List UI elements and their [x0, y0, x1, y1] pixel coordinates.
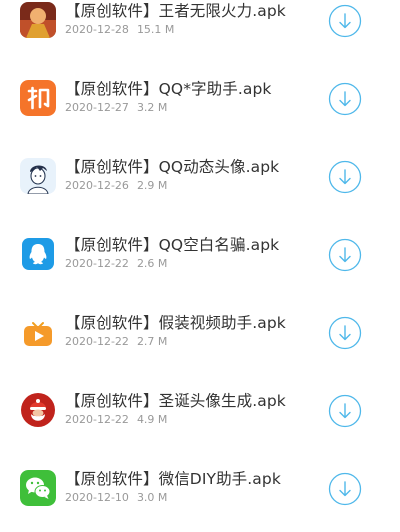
list-item[interactable]: 【原创软件】假装视频助手.apk 2020-12-22 2.7 M	[0, 298, 400, 376]
orange-chinese-char-icon	[20, 80, 56, 116]
download-button[interactable]	[328, 316, 362, 350]
list-item[interactable]: 【原创软件】圣诞头像生成.apk 2020-12-22 4.9 M	[0, 376, 400, 454]
avatar-boy-icon	[20, 158, 56, 194]
item-meta: 2020-12-22 2.7 M	[65, 335, 167, 348]
list-item[interactable]: 【原创软件】王者无限火力.apk 2020-12-28 15.1 M	[0, 0, 400, 64]
download-button[interactable]	[328, 238, 362, 272]
item-title[interactable]: 【原创软件】QQ动态头像.apk	[65, 155, 279, 177]
item-date: 2020-12-22	[65, 335, 129, 348]
item-size: 2.7 M	[136, 335, 168, 348]
item-title[interactable]: 【原创软件】假装视频助手.apk	[65, 311, 286, 333]
item-meta: 2020-12-22 2.6 M	[65, 257, 167, 270]
item-title[interactable]: 【原创软件】QQ空白名骗.apk	[65, 233, 279, 255]
list-item[interactable]: 【原创软件】QQ空白名骗.apk 2020-12-22 2.6 M	[0, 220, 400, 298]
item-title[interactable]: 【原创软件】圣诞头像生成.apk	[65, 389, 286, 411]
item-date: 2020-12-10	[65, 491, 129, 504]
item-meta: 2020-12-28 15.1 M	[65, 23, 174, 36]
item-date: 2020-12-26	[65, 179, 129, 192]
wechat-icon	[20, 470, 56, 506]
download-button[interactable]	[328, 82, 362, 116]
item-title[interactable]: 【原创软件】QQ*字助手.apk	[65, 77, 272, 99]
qq-penguin-icon	[20, 236, 56, 272]
item-date: 2020-12-28	[65, 23, 129, 36]
list-item[interactable]: 【原创软件】QQ*字助手.apk 2020-12-27 3.2 M	[0, 64, 400, 142]
download-button[interactable]	[328, 472, 362, 506]
item-meta: 2020-12-26 2.9 M	[65, 179, 167, 192]
item-title[interactable]: 【原创软件】微信DIY助手.apk	[65, 467, 281, 489]
item-title[interactable]: 【原创软件】王者无限火力.apk	[65, 0, 286, 21]
item-size: 4.9 M	[136, 413, 168, 426]
item-meta: 2020-12-27 3.2 M	[65, 101, 167, 114]
item-size: 15.1 M	[136, 23, 175, 36]
download-button[interactable]	[328, 160, 362, 194]
item-date: 2020-12-27	[65, 101, 129, 114]
app-list: 【原创软件】王者无限火力.apk 2020-12-28 15.1 M 【原创软件】…	[0, 0, 400, 532]
item-size: 2.9 M	[136, 179, 168, 192]
item-size: 3.0 M	[136, 491, 168, 504]
item-size: 2.6 M	[136, 257, 168, 270]
item-size: 3.2 M	[136, 101, 168, 114]
item-date: 2020-12-22	[65, 413, 129, 426]
list-item[interactable]: 【原创软件】QQ动态头像.apk 2020-12-26 2.9 M	[0, 142, 400, 220]
item-date: 2020-12-22	[65, 257, 129, 270]
game-hero-icon	[20, 2, 56, 38]
santa-icon	[20, 392, 56, 428]
download-button[interactable]	[328, 394, 362, 428]
item-meta: 2020-12-10 3.0 M	[65, 491, 167, 504]
video-tv-icon	[20, 314, 56, 350]
download-button[interactable]	[328, 4, 362, 38]
item-meta: 2020-12-22 4.9 M	[65, 413, 167, 426]
list-item[interactable]: 【原创软件】微信DIY助手.apk 2020-12-10 3.0 M	[0, 454, 400, 532]
